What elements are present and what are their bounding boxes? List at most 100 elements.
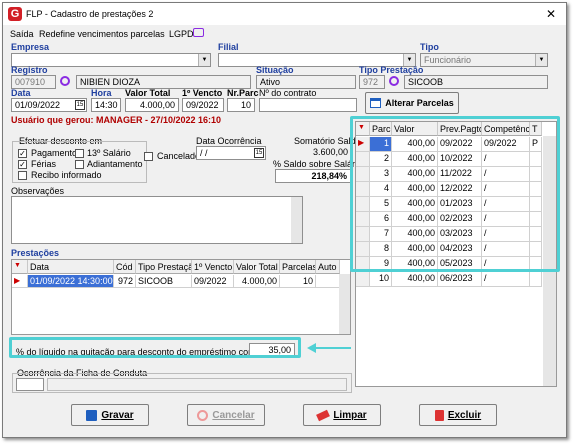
- table-row-cell[interactable]: 01/09/2022 14:30:00: [28, 275, 114, 288]
- prestacoes-grid[interactable]: ▼ Data Cód Tipo Prestação 1º Vencto Valo…: [11, 259, 351, 335]
- col-valor[interactable]: Valor Total: [234, 260, 280, 274]
- parcela-cell[interactable]: 03/2023: [438, 227, 482, 242]
- parcela-cell[interactable]: [530, 227, 542, 242]
- parcela-cell[interactable]: [530, 182, 542, 197]
- parcela-cell[interactable]: 01/2023: [438, 197, 482, 212]
- tipo-prestacao-code[interactable]: 972: [359, 75, 385, 89]
- parcela-cell[interactable]: 400,00: [392, 152, 438, 167]
- parcela-cell[interactable]: 400,00: [392, 227, 438, 242]
- parcela-cell[interactable]: 04/2023: [438, 242, 482, 257]
- parcela-cell[interactable]: 2: [370, 152, 392, 167]
- parcela-cell[interactable]: [530, 212, 542, 227]
- parcela-cell[interactable]: [530, 152, 542, 167]
- col-vencto[interactable]: 1º Vencto: [192, 260, 234, 274]
- parcela-cell[interactable]: 6: [370, 212, 392, 227]
- pct-liquido-field[interactable]: 35,00: [249, 343, 295, 357]
- nr-contrato-field[interactable]: [259, 98, 357, 112]
- parcela-cell[interactable]: /: [482, 182, 530, 197]
- parcela-cell[interactable]: 1: [370, 137, 392, 152]
- close-button[interactable]: ✕: [546, 7, 556, 21]
- empresa-dropdown-icon[interactable]: ▼: [198, 54, 210, 66]
- alterar-parcelas-button[interactable]: Alterar Parcelas: [365, 92, 459, 114]
- parcela-cell[interactable]: 400,00: [392, 272, 438, 287]
- parcela-cell[interactable]: 10: [370, 272, 392, 287]
- parcela-cell[interactable]: 10/2022: [438, 152, 482, 167]
- parcela-cell[interactable]: 3: [370, 167, 392, 182]
- prestacoes-sort-icon[interactable]: ▼: [12, 260, 28, 274]
- parcela-cell[interactable]: 09/2022: [482, 137, 530, 152]
- parcela-cell[interactable]: [530, 167, 542, 182]
- decimo-checkbox[interactable]: [75, 149, 84, 158]
- recibo-checkbox[interactable]: [18, 171, 27, 180]
- observacoes-textarea[interactable]: [11, 196, 303, 244]
- col-data[interactable]: Data: [28, 260, 114, 274]
- parcela-cell[interactable]: /: [482, 167, 530, 182]
- parcelas-grid[interactable]: ▼ Parc Valor Prev.Pagto Competência T ▶1…: [355, 121, 557, 387]
- parcela-cell[interactable]: 400,00: [392, 167, 438, 182]
- parcela-cell[interactable]: [530, 242, 542, 257]
- nr-parc-field[interactable]: 10: [227, 98, 255, 112]
- table-row-cell[interactable]: 09/2022: [192, 275, 234, 288]
- chat-icon[interactable]: [193, 28, 204, 37]
- table-row-cell[interactable]: 10: [280, 275, 316, 288]
- parcela-cell[interactable]: [530, 272, 542, 287]
- tipo-dropdown-icon[interactable]: ▼: [535, 54, 547, 66]
- parcela-cell[interactable]: /: [482, 242, 530, 257]
- menu-lgpd[interactable]: LGPD: [169, 29, 194, 39]
- parcela-cell[interactable]: 400,00: [392, 182, 438, 197]
- parcela-cell[interactable]: 9: [370, 257, 392, 272]
- valor-total-field[interactable]: 4.000,00: [125, 98, 179, 112]
- col-t[interactable]: T: [530, 122, 542, 136]
- parcela-cell[interactable]: 400,00: [392, 242, 438, 257]
- parcela-cell[interactable]: 02/2023: [438, 212, 482, 227]
- table-row-cell[interactable]: 972: [114, 275, 136, 288]
- table-row-cell[interactable]: [316, 275, 340, 288]
- col-competencia[interactable]: Competência: [482, 122, 530, 136]
- menu-saida[interactable]: Saída: [10, 29, 34, 39]
- parcela-cell[interactable]: /: [482, 197, 530, 212]
- parcela-cell[interactable]: 05/2023: [438, 257, 482, 272]
- observacoes-scrollbar[interactable]: [291, 197, 302, 243]
- limpar-button[interactable]: Limpar: [303, 404, 381, 426]
- col-parc[interactable]: Parc: [370, 122, 392, 136]
- parcela-cell[interactable]: /: [482, 272, 530, 287]
- pagamento-checkbox[interactable]: ✓: [18, 149, 27, 158]
- parcela-cell[interactable]: P: [530, 137, 542, 152]
- parcela-cell[interactable]: 400,00: [392, 137, 438, 152]
- parcelas-sort-icon[interactable]: ▼: [356, 122, 370, 136]
- parcela-cell[interactable]: /: [482, 212, 530, 227]
- primeiro-vencto-field[interactable]: 09/2022: [182, 98, 224, 112]
- parcela-cell[interactable]: /: [482, 257, 530, 272]
- parcela-cell[interactable]: 8: [370, 242, 392, 257]
- tipo-select[interactable]: Funcionário: [420, 53, 548, 67]
- parcela-cell[interactable]: 06/2023: [438, 272, 482, 287]
- parcela-cell[interactable]: 5: [370, 197, 392, 212]
- parcela-cell[interactable]: 7: [370, 227, 392, 242]
- adiantamento-checkbox[interactable]: [75, 160, 84, 169]
- hora-field[interactable]: 14:30: [91, 98, 121, 112]
- cancelar-button[interactable]: Cancelar: [187, 404, 265, 426]
- col-tipo[interactable]: Tipo Prestação: [136, 260, 192, 274]
- parcela-cell[interactable]: 400,00: [392, 257, 438, 272]
- col-parcelas[interactable]: Parcelas: [280, 260, 316, 274]
- parcela-cell[interactable]: [530, 257, 542, 272]
- cancelado-checkbox[interactable]: [144, 152, 153, 161]
- ferias-checkbox[interactable]: ✓: [18, 160, 27, 169]
- col-cod[interactable]: Cód: [114, 260, 136, 274]
- registro-search-icon[interactable]: [60, 76, 70, 86]
- parcela-cell[interactable]: 400,00: [392, 197, 438, 212]
- menu-redefine[interactable]: Redefine vencimentos parcelas: [39, 29, 165, 39]
- excluir-button[interactable]: Excluir: [419, 404, 497, 426]
- parcela-cell[interactable]: /: [482, 152, 530, 167]
- parcela-cell[interactable]: 12/2022: [438, 182, 482, 197]
- prestacoes-vscroll[interactable]: [339, 274, 350, 334]
- gravar-button[interactable]: Gravar: [71, 404, 149, 426]
- parcela-cell[interactable]: 09/2022: [438, 137, 482, 152]
- parcela-cell[interactable]: 400,00: [392, 212, 438, 227]
- parcela-cell[interactable]: [530, 197, 542, 212]
- col-valor-parc[interactable]: Valor: [392, 122, 438, 136]
- calendar-icon[interactable]: 15: [75, 100, 85, 110]
- ocorrencia-field[interactable]: [16, 378, 44, 391]
- parcela-cell[interactable]: /: [482, 227, 530, 242]
- parcelas-vscroll[interactable]: [543, 136, 556, 386]
